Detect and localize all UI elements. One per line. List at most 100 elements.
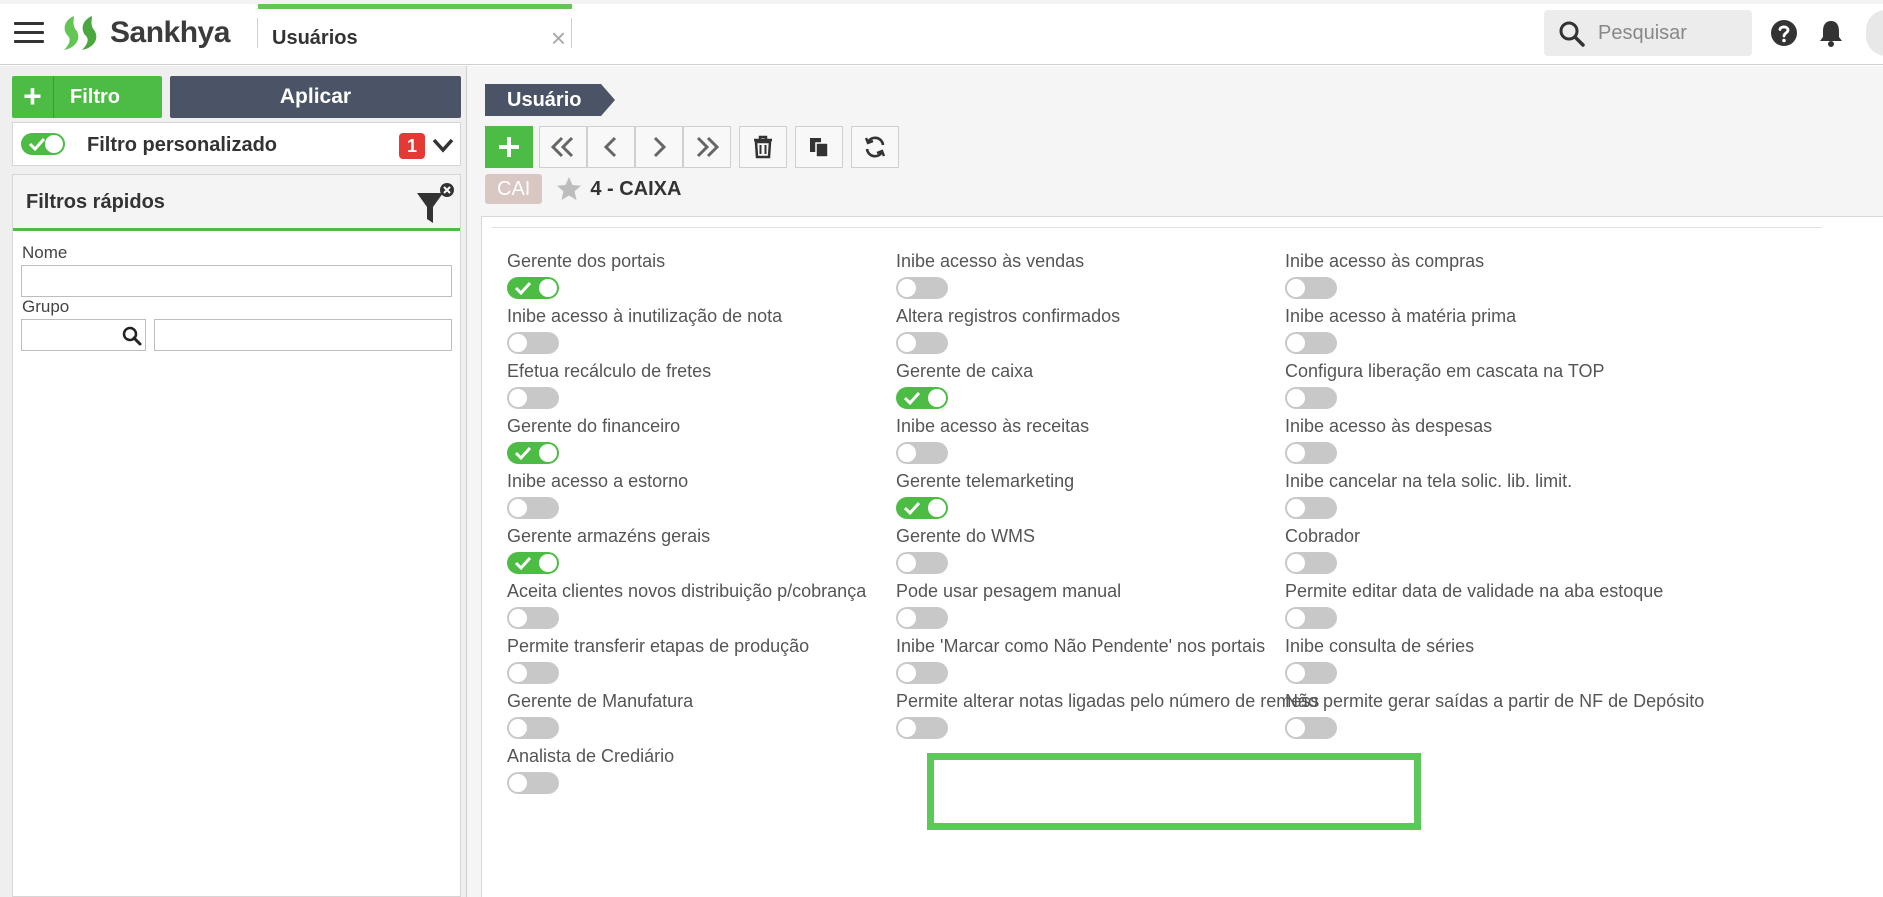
toggle-switch[interactable] xyxy=(507,332,559,354)
trash-icon xyxy=(754,135,772,159)
clear-filter-icon[interactable] xyxy=(413,181,457,227)
avatar[interactable] xyxy=(1866,10,1883,56)
toggle-knob xyxy=(509,609,527,627)
last-record-button[interactable] xyxy=(683,126,731,168)
form-content: Gerente dos portais Inibe acesso à inutil… xyxy=(481,216,1883,897)
refresh-icon xyxy=(864,136,886,158)
field-label: Cobrador xyxy=(1285,526,1361,546)
toggle-switch[interactable] xyxy=(507,717,559,739)
toggle-knob xyxy=(539,444,557,462)
field-label: Pode usar pesagem manual xyxy=(896,581,1122,601)
toggle-knob xyxy=(1287,719,1305,737)
help-icon[interactable] xyxy=(1770,19,1798,47)
toggle-field: Cobrador xyxy=(1285,526,1745,586)
record-header: CAI 4 - CAIXA xyxy=(485,174,681,204)
search-input[interactable] xyxy=(1598,18,1746,48)
record-title: 4 - CAIXA xyxy=(590,177,682,200)
refresh-button[interactable] xyxy=(851,126,899,168)
field-label: Permite alterar notas ligadas pelo númer… xyxy=(896,691,1320,711)
toggle-knob xyxy=(1287,609,1305,627)
toggle-switch[interactable] xyxy=(1285,387,1337,409)
toggle-switch[interactable] xyxy=(896,277,948,299)
toggle-switch[interactable] xyxy=(507,497,559,519)
field-label: Inibe acesso a estorno xyxy=(507,471,689,491)
toggle-switch[interactable] xyxy=(896,442,948,464)
toggle-field: Inibe acesso às compras xyxy=(1285,251,1745,311)
previous-record-button[interactable] xyxy=(587,126,635,168)
plus-icon: + xyxy=(12,76,54,118)
brand-logo[interactable]: Sankhya xyxy=(60,14,230,52)
toggle-knob xyxy=(1287,444,1305,462)
toggle-field: Inibe acesso às despesas xyxy=(1285,416,1745,476)
toggle-knob xyxy=(928,499,946,517)
add-filter-button[interactable]: + Filtro xyxy=(12,76,162,118)
check-icon xyxy=(903,391,921,406)
name-input[interactable] xyxy=(21,265,452,297)
check-icon xyxy=(514,446,532,461)
field-label: Gerente de caixa xyxy=(896,361,1034,381)
divider xyxy=(492,227,1822,228)
menu-icon[interactable] xyxy=(14,22,44,44)
search-box[interactable] xyxy=(1544,10,1752,56)
toggle-switch[interactable] xyxy=(1285,662,1337,684)
quick-filters-title: Filtros rápidos xyxy=(26,191,165,213)
field-label: Inibe consulta de séries xyxy=(1285,636,1475,656)
toggle-switch[interactable] xyxy=(1285,442,1337,464)
toggle-switch[interactable] xyxy=(507,277,559,299)
toggle-switch[interactable] xyxy=(896,662,948,684)
toggle-knob xyxy=(1287,499,1305,517)
toolbar xyxy=(485,126,899,168)
toggle-switch[interactable] xyxy=(1285,717,1337,739)
bell-icon[interactable] xyxy=(1817,18,1845,48)
toggle-knob xyxy=(509,389,527,407)
filter-panel: + Filtro Aplicar Filtro personalizado 1 … xyxy=(0,66,466,897)
toggle-switch[interactable] xyxy=(896,497,948,519)
tab-usuarios[interactable]: Usuários × xyxy=(258,4,572,65)
add-record-button[interactable] xyxy=(485,126,533,168)
toggle-switch[interactable] xyxy=(1285,277,1337,299)
toggle-switch[interactable] xyxy=(896,717,948,739)
toggle-field: Configura liberação em cascata na TOP xyxy=(1285,361,1745,421)
toggle-knob xyxy=(1287,279,1305,297)
toggle-switch[interactable] xyxy=(896,607,948,629)
toggle-switch[interactable] xyxy=(507,387,559,409)
toggle-knob xyxy=(539,279,557,297)
toggle-switch[interactable] xyxy=(507,442,559,464)
toggle-knob xyxy=(509,499,527,517)
apply-button[interactable]: Aplicar xyxy=(170,76,461,118)
toggle-knob xyxy=(1287,334,1305,352)
duplicate-button[interactable] xyxy=(795,126,843,168)
close-icon[interactable]: × xyxy=(551,23,566,54)
delete-button[interactable] xyxy=(739,126,787,168)
toggle-switch[interactable] xyxy=(507,607,559,629)
quick-filters-header: Filtros rápidos xyxy=(13,175,460,231)
group-label: Grupo xyxy=(22,297,70,316)
sankhya-logo-icon xyxy=(64,16,97,50)
toggle-switch[interactable] xyxy=(1285,497,1337,519)
toggle-switch[interactable] xyxy=(1285,552,1337,574)
form-title: Usuário xyxy=(485,84,616,116)
name-label: Nome xyxy=(22,243,68,262)
first-record-button[interactable] xyxy=(539,126,587,168)
toggle-switch[interactable] xyxy=(896,552,948,574)
next-record-button[interactable] xyxy=(635,126,683,168)
chevron-down-icon[interactable] xyxy=(431,135,455,155)
search-icon[interactable] xyxy=(121,325,143,347)
toggle-field: Inibe acesso à matéria prima xyxy=(1285,306,1745,366)
toggle-switch[interactable] xyxy=(507,552,559,574)
check-icon xyxy=(28,137,46,152)
toggle-switch[interactable] xyxy=(1285,607,1337,629)
group-name-input[interactable] xyxy=(154,319,452,351)
toggle-switch[interactable] xyxy=(1285,332,1337,354)
toggle-switch[interactable] xyxy=(896,332,948,354)
toggle-switch[interactable] xyxy=(507,662,559,684)
toggle-switch[interactable] xyxy=(507,772,559,794)
field-label: Gerente de Manufatura xyxy=(507,691,694,711)
field-label: Analista de Crediário xyxy=(507,746,675,766)
toggle-switch[interactable] xyxy=(896,387,948,409)
field-label: Inibe acesso às compras xyxy=(1285,251,1485,271)
custom-filter-toggle[interactable] xyxy=(21,133,65,155)
field-label: Inibe 'Marcar como Não Pendente' nos por… xyxy=(896,636,1266,656)
star-icon[interactable] xyxy=(556,176,582,202)
toggle-knob xyxy=(898,444,916,462)
